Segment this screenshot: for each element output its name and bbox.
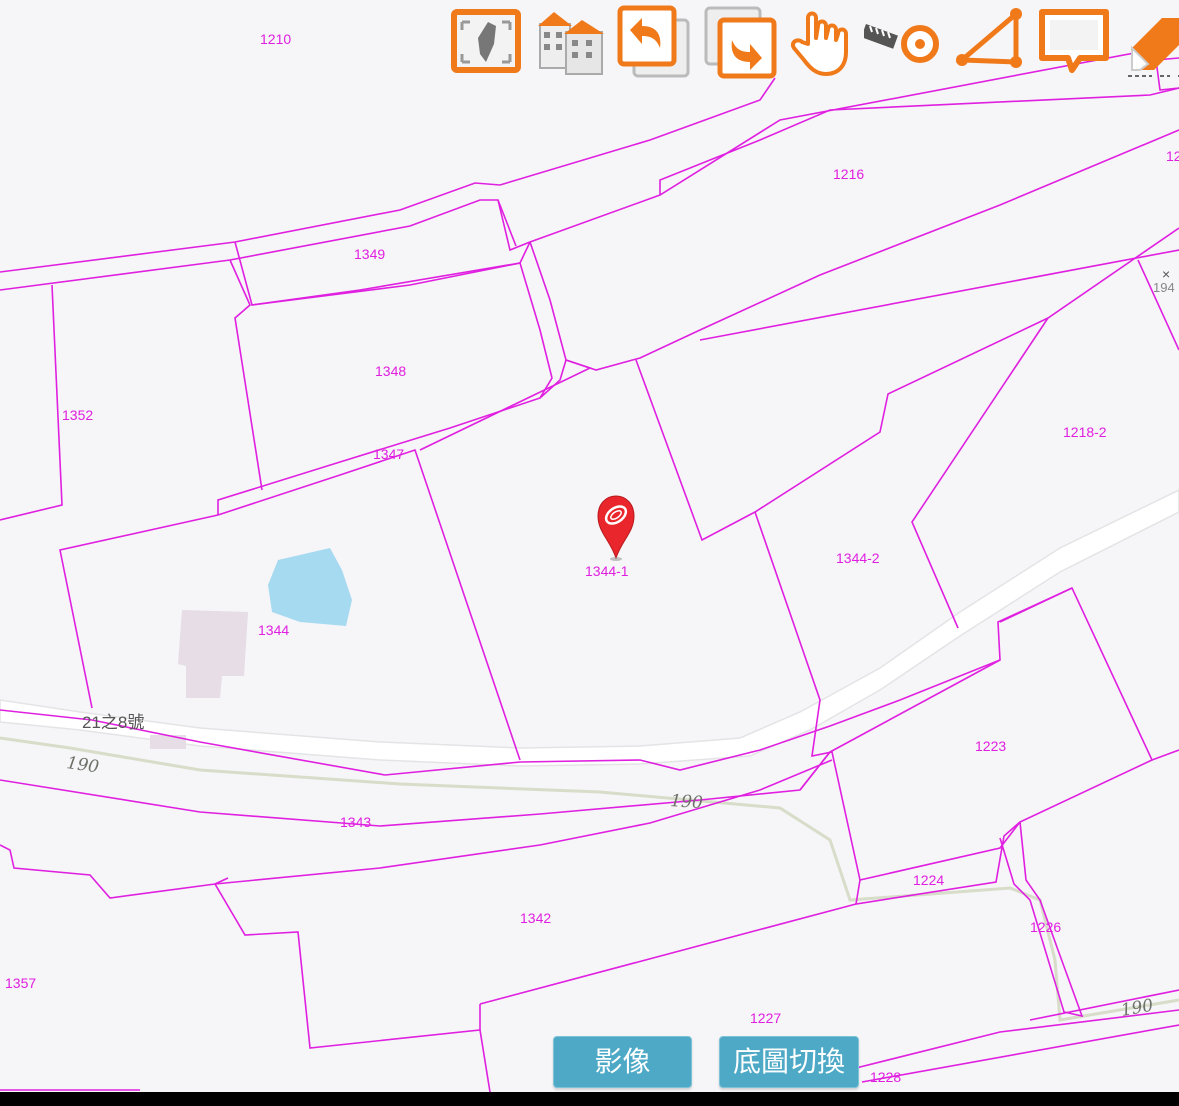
measure-distance-icon[interactable] xyxy=(861,4,940,80)
bottom-bar xyxy=(0,1092,1179,1106)
parcel-label: 1226 xyxy=(1030,919,1061,935)
partial-label: 194 xyxy=(1153,280,1175,295)
parcel-label: 1210 xyxy=(260,31,291,47)
cadastral-map[interactable]: 1210 1216 12 1349 1348 1347 1352 1218-2 … xyxy=(0,0,1179,1092)
road-number-label: 190 xyxy=(670,791,704,813)
parcel-label: 1348 xyxy=(375,363,406,379)
pan-hand-icon[interactable] xyxy=(786,4,862,80)
road-number-label: 190 xyxy=(65,753,100,777)
parcel-label: 1349 xyxy=(354,246,385,262)
parcel-label: 1352 xyxy=(62,407,93,423)
parcel-label: 1357 xyxy=(5,975,36,991)
map-pin-icon xyxy=(597,495,635,560)
parcel-label: 1344 xyxy=(258,622,289,638)
basemap-switch-button[interactable]: 底圖切換 xyxy=(719,1036,859,1088)
road xyxy=(0,489,1179,767)
measure-area-icon[interactable] xyxy=(950,4,1026,80)
comment-icon[interactable] xyxy=(1036,4,1112,80)
parcel-label: 12 xyxy=(1166,148,1179,164)
parcel-label: 1344-2 xyxy=(836,550,880,566)
road-190-line xyxy=(0,736,1179,1022)
buildings-icon[interactable] xyxy=(534,4,610,80)
address-label: 21之8號 xyxy=(82,713,144,732)
parcel-label: 1228 xyxy=(870,1069,901,1085)
parcel-label: 1223 xyxy=(975,738,1006,754)
parcel-label: 1218-2 xyxy=(1063,424,1107,440)
parcel-label: 1343 xyxy=(340,814,371,830)
parcel-label: 1227 xyxy=(750,1010,781,1026)
imagery-button[interactable]: 影像 xyxy=(553,1036,692,1088)
marker-label: 1344-1 xyxy=(585,563,629,579)
parcel-label: 1342 xyxy=(520,910,551,926)
parcel-label: 1224 xyxy=(913,872,944,888)
eraser-icon[interactable] xyxy=(1122,4,1179,80)
road-number-label: 190 xyxy=(1119,996,1155,1021)
fullscreen-taiwan-icon[interactable] xyxy=(448,4,524,80)
parcel-label: 1216 xyxy=(833,166,864,182)
map-app: 1210 1216 12 1349 1348 1347 1352 1218-2 … xyxy=(0,0,1179,1092)
building xyxy=(178,610,248,698)
redo-icon[interactable] xyxy=(702,4,778,80)
undo-icon[interactable] xyxy=(616,4,692,80)
parcel-label: 1347 xyxy=(373,446,404,462)
pond xyxy=(268,548,352,626)
map-toolbar xyxy=(446,4,1179,82)
location-marker[interactable]: 1344-1 xyxy=(585,495,635,579)
building-small xyxy=(150,735,186,749)
